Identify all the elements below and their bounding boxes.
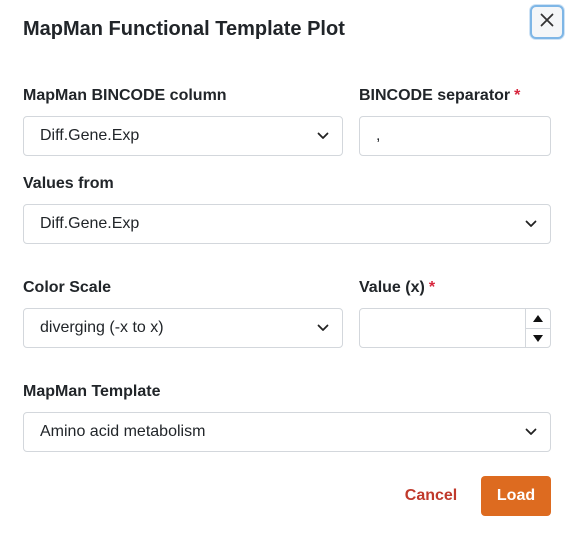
color-scale-value: diverging (-x to x) [40, 319, 164, 336]
close-icon [540, 13, 554, 32]
value-x-label-text: Value (x) [359, 279, 425, 296]
values-from-select[interactable]: Diff.Gene.Exp [23, 204, 551, 244]
bincode-separator-input[interactable]: , [359, 116, 551, 156]
chevron-down-icon [524, 425, 538, 439]
close-button[interactable] [530, 5, 564, 39]
chevron-down-icon [524, 217, 538, 231]
required-mark: * [514, 87, 521, 104]
caret-down-icon [533, 329, 543, 347]
bincode-column-value: Diff.Gene.Exp [40, 127, 140, 144]
bincode-column-label-text: MapMan BINCODE column [23, 87, 227, 104]
template-label-text: MapMan Template [23, 383, 161, 400]
template-label: MapMan Template [23, 382, 161, 402]
chevron-down-icon [316, 129, 330, 143]
color-scale-select[interactable]: diverging (-x to x) [23, 308, 343, 348]
bincode-separator-label-text: BINCODE separator [359, 87, 511, 104]
dialog-title: MapMan Functional Template Plot [23, 18, 345, 40]
values-from-label: Values from [23, 174, 114, 194]
value-x-number-input[interactable] [359, 308, 551, 348]
bincode-column-label: MapMan BINCODE column [23, 86, 227, 106]
color-scale-label-text: Color Scale [23, 279, 112, 296]
decrement-button[interactable] [526, 327, 550, 348]
values-from-label-text: Values from [23, 175, 114, 192]
color-scale-label: Color Scale [23, 278, 111, 298]
template-value: Amino acid metabolism [40, 423, 206, 440]
value-x-stepper [525, 309, 550, 347]
required-mark: * [428, 279, 436, 296]
increment-button[interactable] [526, 309, 550, 328]
mapman-plot-dialog: MapMan Functional Template Plot MapMan B… [0, 0, 572, 536]
cancel-button[interactable]: Cancel [393, 476, 469, 516]
caret-up-icon [533, 309, 543, 327]
bincode-column-select[interactable]: Diff.Gene.Exp [23, 116, 343, 156]
values-from-value: Diff.Gene.Exp [40, 215, 140, 232]
template-select[interactable]: Amino acid metabolism [23, 412, 551, 452]
load-button[interactable]: Load [481, 476, 551, 516]
bincode-separator-value: , [376, 127, 381, 144]
bincode-separator-label: BINCODE separator * [359, 86, 520, 106]
value-x-label: Value (x) * [359, 278, 435, 298]
chevron-down-icon [316, 321, 330, 335]
